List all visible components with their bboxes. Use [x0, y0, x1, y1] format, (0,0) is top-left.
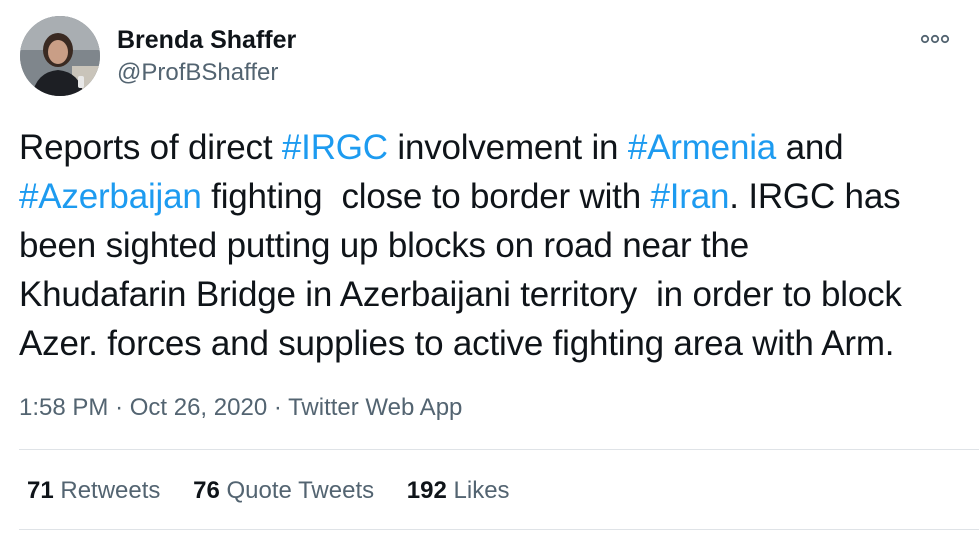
retweets-label: Retweets: [60, 477, 161, 504]
tweet-text-segment: been sighted putting up blocks on road n…: [19, 226, 750, 265]
tweet-text-line: Khudafarin Bridge in Azerbaijani territo…: [19, 270, 964, 319]
quote-tweets-label: Quote Tweets: [226, 477, 375, 504]
quote-tweets-count: 76: [193, 477, 220, 504]
tweet-text-segment: Azer. forces and supplies to active figh…: [19, 324, 895, 363]
retweets-count: 71: [27, 477, 54, 504]
avatar[interactable]: [20, 16, 100, 96]
tweet-time[interactable]: 1:58 PM: [19, 394, 108, 421]
hashtag-link[interactable]: #Armenia: [628, 128, 776, 167]
meta-separator: ·: [115, 394, 124, 421]
hashtag-link[interactable]: #Azerbaijan: [19, 177, 202, 216]
tweet-meta: 1:58 PM · Oct 26, 2020 · Twitter Web App: [19, 393, 462, 423]
tweet-text-line: #Azerbaijan fighting close to border wit…: [19, 172, 964, 221]
avatar-photo-icon: [20, 16, 100, 96]
tweet-text-segment: fighting close to border with: [201, 177, 651, 216]
tweet-text: Reports of direct #IRGC involvement in #…: [19, 123, 964, 368]
tweet-text-line: Reports of direct #IRGC involvement in #…: [19, 123, 964, 172]
tweet-card: Brenda Shaffer @ProfBShaffer Reports of …: [0, 0, 980, 536]
author-handle[interactable]: @ProfBShaffer: [117, 58, 278, 88]
hashtag-link[interactable]: #Iran: [651, 177, 730, 216]
more-icon[interactable]: [918, 26, 952, 52]
likes-label: Likes: [453, 477, 510, 504]
tweet-text-segment: Reports of direct: [19, 128, 282, 167]
tweet-text-segment: involvement in: [387, 128, 628, 167]
retweets-stat[interactable]: 71 Retweets: [27, 476, 160, 506]
likes-count: 192: [406, 477, 447, 504]
author-name[interactable]: Brenda Shaffer: [117, 25, 296, 55]
tweet-date[interactable]: Oct 26, 2020: [130, 394, 267, 421]
tweet-source-link[interactable]: Twitter Web App: [288, 394, 462, 421]
tweet-text-line: Azer. forces and supplies to active figh…: [19, 319, 964, 368]
likes-stat[interactable]: 192 Likes: [407, 476, 510, 506]
quote-tweets-stat[interactable]: 76 Quote Tweets: [193, 476, 374, 506]
divider: [19, 529, 979, 530]
divider: [19, 449, 979, 450]
tweet-text-line: been sighted putting up blocks on road n…: [19, 221, 964, 270]
hashtag-link[interactable]: #IRGC: [282, 128, 388, 167]
tweet-text-segment: and: [776, 128, 844, 167]
tweet-stats: 71 Retweets 76 Quote Tweets 192 Likes: [27, 476, 510, 506]
meta-separator: ·: [273, 394, 282, 421]
tweet-text-segment: Khudafarin Bridge in Azerbaijani territo…: [19, 275, 902, 314]
tweet-text-segment: . IRGC has: [729, 177, 901, 216]
